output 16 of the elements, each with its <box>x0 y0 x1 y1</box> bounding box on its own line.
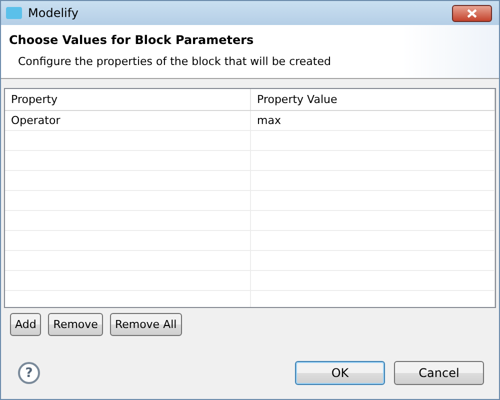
table-cell: Operator <box>5 111 251 130</box>
close-button[interactable] <box>452 4 492 22</box>
close-icon <box>467 8 477 18</box>
app-icon <box>6 7 22 19</box>
table-action-button[interactable]: Add <box>10 313 42 336</box>
dialog-description: Configure the properties of the block that will be created <box>17 55 332 68</box>
column-header[interactable]: Property Value <box>251 89 495 110</box>
table-action-button[interactable]: Remove <box>48 313 103 336</box>
table-action-button[interactable]: Remove All <box>110 313 182 336</box>
window-title: Modelify <box>28 6 80 20</box>
dialog-button[interactable]: OK <box>295 361 385 385</box>
help-button[interactable]: ? <box>18 362 40 384</box>
dialog-title: Choose Values for Block Parameters <box>9 33 255 47</box>
table-cell: max <box>251 111 495 130</box>
dialog-button[interactable]: Cancel <box>394 361 484 385</box>
column-header[interactable]: Property <box>5 89 251 110</box>
